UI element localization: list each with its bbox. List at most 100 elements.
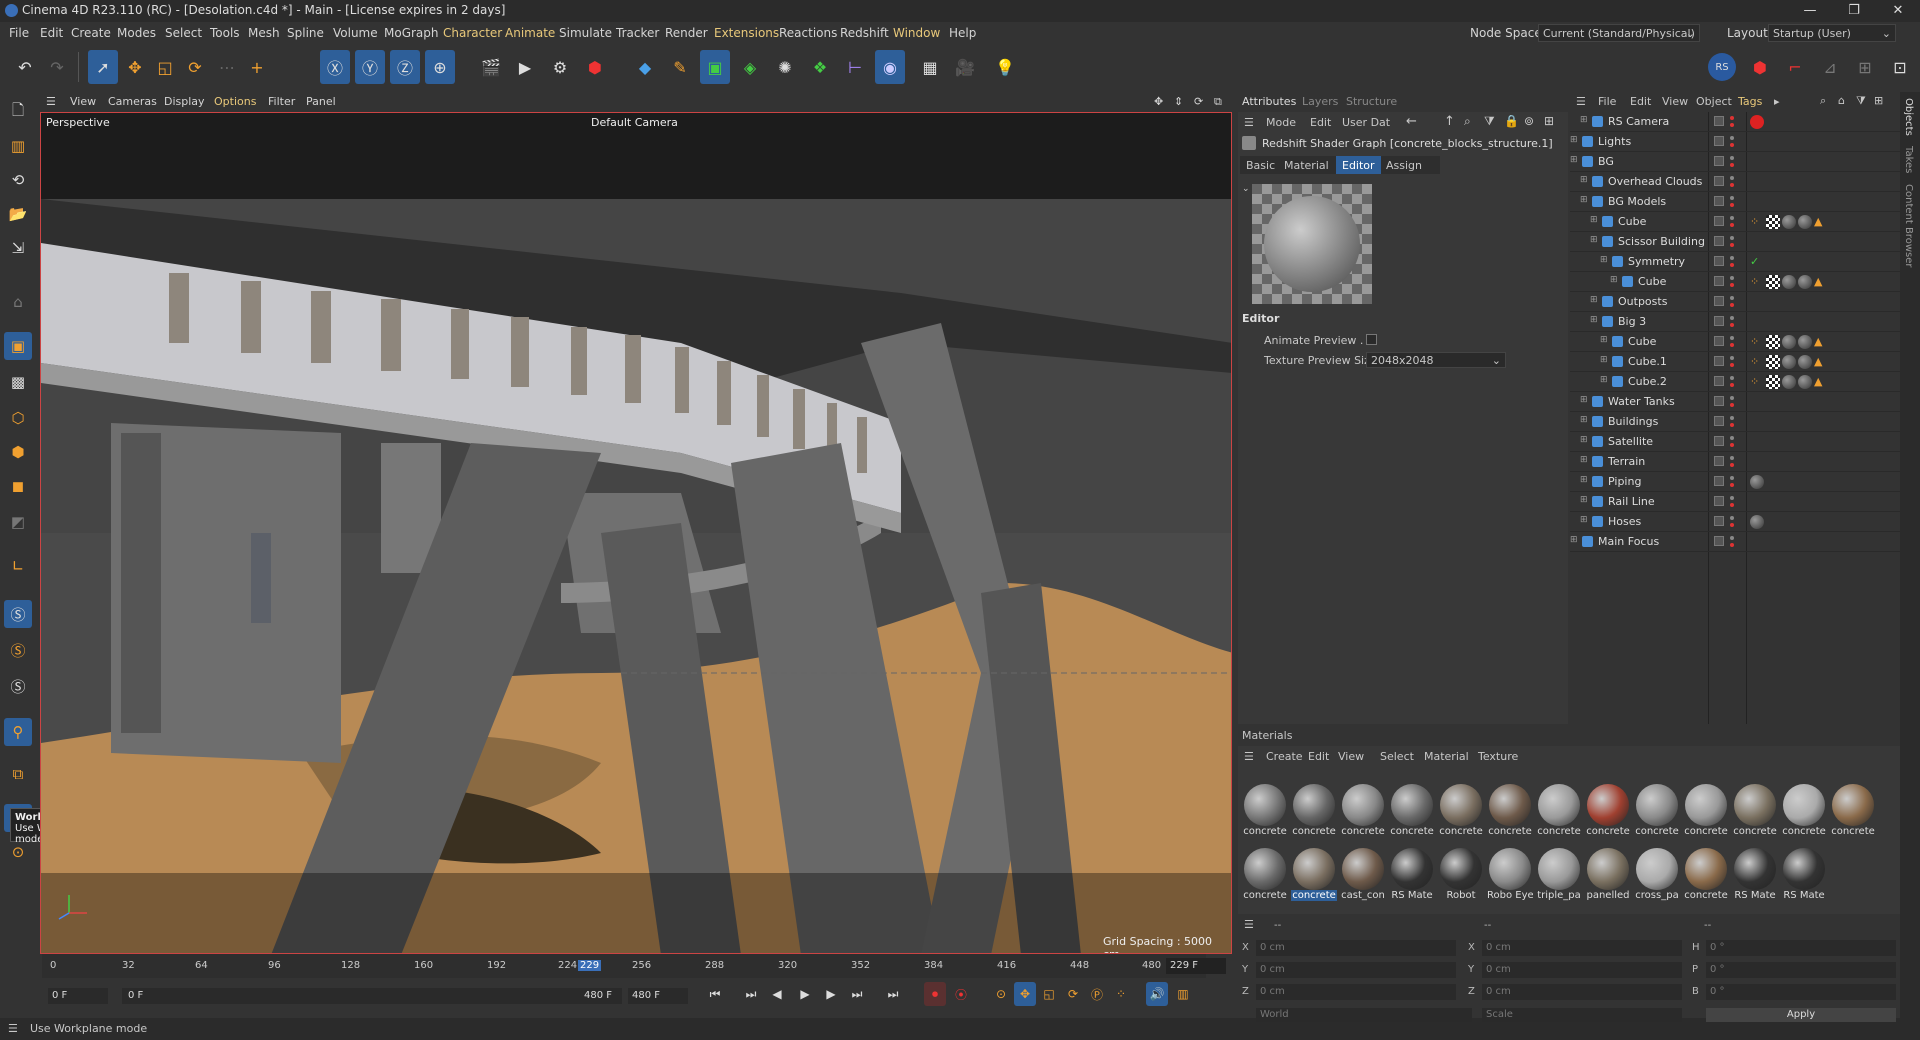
snapping-s2-icon[interactable]: Ⓢ: [4, 636, 32, 664]
apply-button[interactable]: Apply: [1706, 1008, 1896, 1022]
editor-visibility-dot[interactable]: [1730, 376, 1734, 380]
position-z-field[interactable]: 0 cm: [1256, 984, 1456, 1000]
render-visibility-dot[interactable]: [1730, 323, 1734, 327]
range-slider[interactable]: 0 F 480 F: [122, 988, 622, 1004]
material-preview[interactable]: [1252, 184, 1372, 304]
snapping-s1-icon[interactable]: Ⓢ: [4, 600, 32, 628]
material-swatch[interactable]: concrete: [1683, 846, 1729, 906]
expand-icon[interactable]: ⊞: [1590, 235, 1598, 245]
uvw-tag-icon[interactable]: [1766, 375, 1780, 389]
status-menu-icon[interactable]: ☰: [8, 1022, 18, 1035]
menu-window[interactable]: Window: [893, 26, 940, 40]
animate-preview-checkbox[interactable]: [1366, 334, 1377, 345]
new-panel-icon[interactable]: ⊞: [1544, 114, 1554, 128]
cube-icon[interactable]: ◆: [630, 50, 660, 84]
menu-edit[interactable]: Edit: [40, 26, 63, 40]
object-name[interactable]: BG Models: [1608, 195, 1666, 208]
render-view-icon[interactable]: 🎬: [476, 50, 506, 84]
material-swatch[interactable]: RS Mate: [1732, 846, 1778, 906]
pla-key-icon[interactable]: ⁘: [1110, 982, 1132, 1006]
y-axis-lock-icon[interactable]: Ⓨ: [355, 50, 385, 84]
layer-visibility-icon[interactable]: [1714, 316, 1724, 326]
active-camera-label[interactable]: Default Camera: [591, 116, 678, 129]
menu-render[interactable]: Render: [665, 26, 708, 40]
recent-tools-icon[interactable]: ⋯: [212, 50, 242, 84]
material-swatch[interactable]: RS Mate: [1781, 846, 1827, 906]
materials-menu-view[interactable]: View: [1338, 750, 1364, 763]
enabled-check-icon[interactable]: ✓: [1750, 255, 1764, 269]
editor-visibility-dot[interactable]: [1730, 356, 1734, 360]
object-row[interactable]: ⊞ Cube ⁘ ▲: [1570, 332, 1900, 352]
editor-visibility-dot[interactable]: [1730, 256, 1734, 260]
workplane-icon[interactable]: ⊿: [1815, 50, 1845, 84]
mograph-cloner-icon[interactable]: ✺: [770, 50, 800, 84]
editor-visibility-dot[interactable]: [1730, 216, 1734, 220]
warning-tag-icon[interactable]: ▲: [1814, 215, 1828, 229]
select-tool-icon[interactable]: ➚: [88, 50, 118, 84]
side-tab-content-browser[interactable]: Content Browser: [1903, 184, 1914, 267]
material-swatch[interactable]: concrete: [1781, 782, 1827, 842]
object-name[interactable]: Piping: [1608, 475, 1641, 488]
menu-simulate[interactable]: Simulate: [559, 26, 612, 40]
layer-visibility-icon[interactable]: [1714, 476, 1724, 486]
warning-tag-icon[interactable]: ▲: [1814, 275, 1828, 289]
object-name[interactable]: Overhead Clouds: [1608, 175, 1702, 188]
editor-visibility-dot[interactable]: [1730, 476, 1734, 480]
layer-visibility-icon[interactable]: [1714, 276, 1724, 286]
object-row[interactable]: ⊞ Rail Line: [1570, 492, 1900, 512]
toggle-view-icon[interactable]: ⧉: [1214, 95, 1222, 109]
scale-tool-icon[interactable]: ◱: [150, 50, 180, 84]
material-tag-icon[interactable]: [1782, 375, 1796, 389]
save-icon[interactable]: ▥: [4, 132, 32, 160]
layer-visibility-icon[interactable]: [1714, 496, 1724, 506]
layer-visibility-icon[interactable]: [1714, 296, 1724, 306]
object-row[interactable]: ⊞ Hoses: [1570, 512, 1900, 532]
menu-file[interactable]: File: [9, 26, 29, 40]
make-editable-icon[interactable]: ⌂: [4, 288, 32, 316]
snapping-s3-icon[interactable]: Ⓢ: [4, 672, 32, 700]
move-tool-icon[interactable]: ✥: [120, 50, 150, 84]
position-x-field[interactable]: 0 cm: [1256, 940, 1456, 956]
side-tab-objects[interactable]: Objects: [1903, 98, 1914, 136]
filter-icon[interactable]: ⧩: [1484, 114, 1495, 129]
material-swatch[interactable]: concrete: [1536, 782, 1582, 842]
generator-icon[interactable]: ◈: [735, 50, 765, 84]
go-to-start-icon[interactable]: ⏮: [704, 982, 726, 1006]
object-row[interactable]: ⊞ Overhead Clouds: [1570, 172, 1900, 192]
material-swatch[interactable]: concrete: [1585, 782, 1631, 842]
expand-icon[interactable]: ⊞: [1580, 455, 1588, 465]
back-arrow-icon[interactable]: ←: [1406, 114, 1417, 129]
render-visibility-dot[interactable]: [1730, 183, 1734, 187]
render-visibility-dot[interactable]: [1730, 383, 1734, 387]
expand-icon[interactable]: ⊞: [1590, 315, 1598, 325]
editor-visibility-dot[interactable]: [1730, 156, 1734, 160]
material-swatch[interactable]: Robo Eye: [1487, 846, 1533, 906]
position-y-field[interactable]: 0 cm: [1256, 962, 1456, 978]
world-axis-icon[interactable]: +: [242, 50, 272, 84]
editor-visibility-dot[interactable]: [1730, 136, 1734, 140]
tab-layers[interactable]: Layers: [1302, 95, 1338, 108]
uvw-tag-icon[interactable]: [1766, 355, 1780, 369]
material-swatch[interactable]: cross_pa: [1634, 846, 1680, 906]
subtab-basic[interactable]: Basic: [1246, 159, 1275, 172]
subtab-editor[interactable]: Editor: [1336, 156, 1381, 174]
object-name[interactable]: Big 3: [1618, 315, 1646, 328]
play-icon[interactable]: ▶: [794, 982, 816, 1006]
object-row[interactable]: ⊞ Main Focus: [1570, 532, 1900, 552]
editor-visibility-dot[interactable]: [1730, 536, 1734, 540]
snap-icon[interactable]: ⌐: [1780, 50, 1810, 84]
rotation-b-field[interactable]: 0 °: [1706, 984, 1896, 1000]
rotation-p-field[interactable]: 0 °: [1706, 962, 1896, 978]
render-visibility-dot[interactable]: [1730, 543, 1734, 547]
size-x-field[interactable]: 0 cm: [1482, 940, 1682, 956]
uvw-tag-icon[interactable]: [1766, 275, 1780, 289]
render-visibility-dot[interactable]: [1730, 303, 1734, 307]
phong-tag-icon[interactable]: ⁘: [1750, 335, 1764, 349]
uvw-tag-icon[interactable]: [1766, 335, 1780, 349]
layer-visibility-icon[interactable]: [1714, 176, 1724, 186]
expand-icon[interactable]: ⊞: [1600, 335, 1608, 345]
objects-menu-view[interactable]: View: [1662, 95, 1688, 108]
size-z-field[interactable]: 0 cm: [1482, 984, 1682, 1000]
hamburger-icon[interactable]: ☰: [46, 95, 56, 108]
expand-icon[interactable]: ⊞: [1580, 175, 1588, 185]
